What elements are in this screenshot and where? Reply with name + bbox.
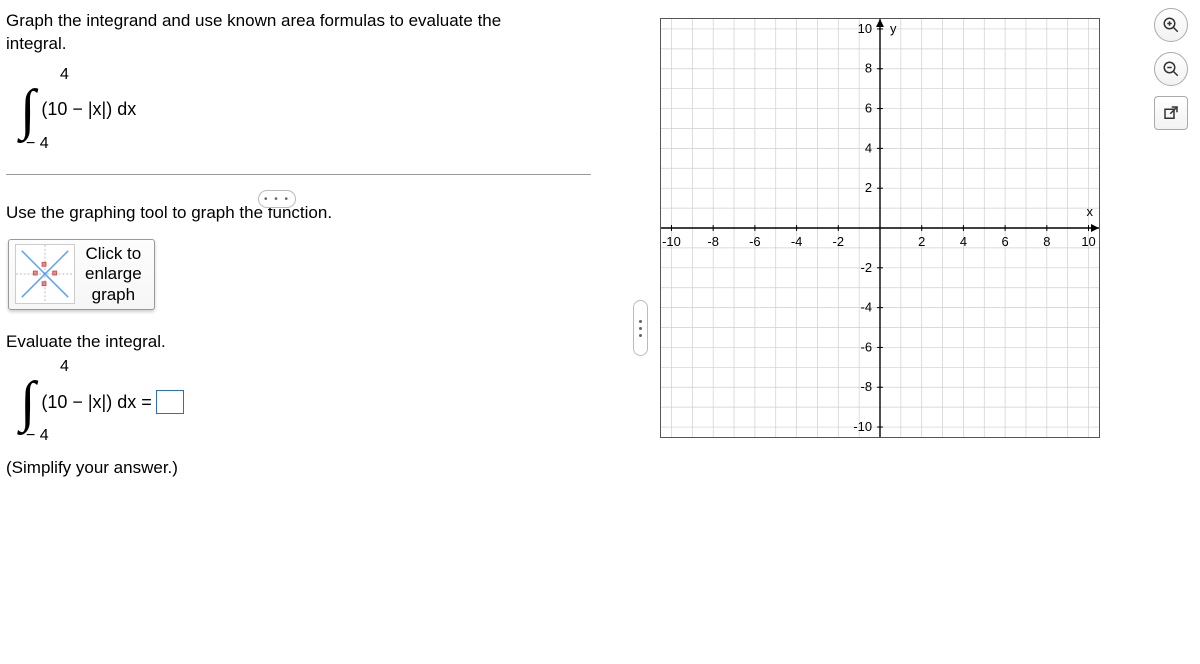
zoom-in-icon [1162,16,1180,34]
evaluate-label: Evaluate the integral. [6,332,630,352]
svg-text:8: 8 [865,61,872,76]
svg-text:-2: -2 [833,234,845,249]
svg-text:y: y [890,21,897,36]
svg-text:-6: -6 [861,339,873,354]
zoom-out-button[interactable] [1154,52,1188,86]
svg-text:-8: -8 [707,234,719,249]
svg-text:4: 4 [960,234,967,249]
expand-ellipsis-button[interactable]: • • • [258,190,296,208]
prompt-text: Graph the integrand and use known area f… [6,10,630,56]
svg-text:6: 6 [1002,234,1009,249]
svg-text:-10: -10 [662,234,681,249]
open-external-icon [1162,104,1180,122]
svg-text:4: 4 [865,140,872,155]
svg-text:2: 2 [865,180,872,195]
svg-text:-10: -10 [853,419,872,434]
graph-instruction: Use the graphing tool to graph the funct… [6,203,630,223]
svg-text:2: 2 [918,234,925,249]
svg-text:-4: -4 [791,234,803,249]
prompt-line2: integral. [6,34,66,53]
integral-lower-limit: − 4 [26,135,49,153]
zoom-in-button[interactable] [1154,8,1188,42]
integral2-upper-limit: 4 [60,358,69,376]
zoom-out-icon [1162,60,1180,78]
answer-input[interactable] [156,390,184,414]
coordinate-grid[interactable]: -10 -8 -6 -4 -2 2 4 6 8 10 -10 -8 -6 -4 -2 2 4 6 8 10 x y [660,18,1100,438]
svg-text:-4: -4 [861,300,873,315]
prompt-line1: Graph the integrand and use known area f… [6,11,501,30]
svg-text:-6: -6 [749,234,761,249]
svg-text:6: 6 [865,101,872,116]
integral2-lower-limit: − 4 [26,427,49,445]
svg-text:10: 10 [858,21,872,36]
integral2-expr: (10 − |x|) dx = [41,392,151,413]
integral-upper-limit: 4 [60,66,69,84]
svg-text:-8: -8 [861,379,873,394]
integral2-sign: ∫ [20,374,35,430]
integral-expression: 4 ∫ − 4 (10 − |x|) dx [20,70,630,150]
integral-sign: ∫ [20,82,35,138]
svg-text:8: 8 [1043,234,1050,249]
svg-text:x: x [1087,204,1094,219]
graph-thumbnail-icon [15,244,75,304]
enlarge-graph-label: Click to enlarge graph [85,244,142,305]
section-divider [6,174,591,175]
enlarge-graph-button[interactable]: Click to enlarge graph [8,239,155,310]
integrand: (10 − |x|) dx [41,99,136,120]
integral-equation: 4 ∫ − 4 (10 − |x|) dx = [20,362,630,442]
open-external-button[interactable] [1154,96,1188,130]
simplify-hint: (Simplify your answer.) [6,458,630,478]
svg-text:10: 10 [1081,234,1095,249]
svg-text:-2: -2 [861,260,873,275]
